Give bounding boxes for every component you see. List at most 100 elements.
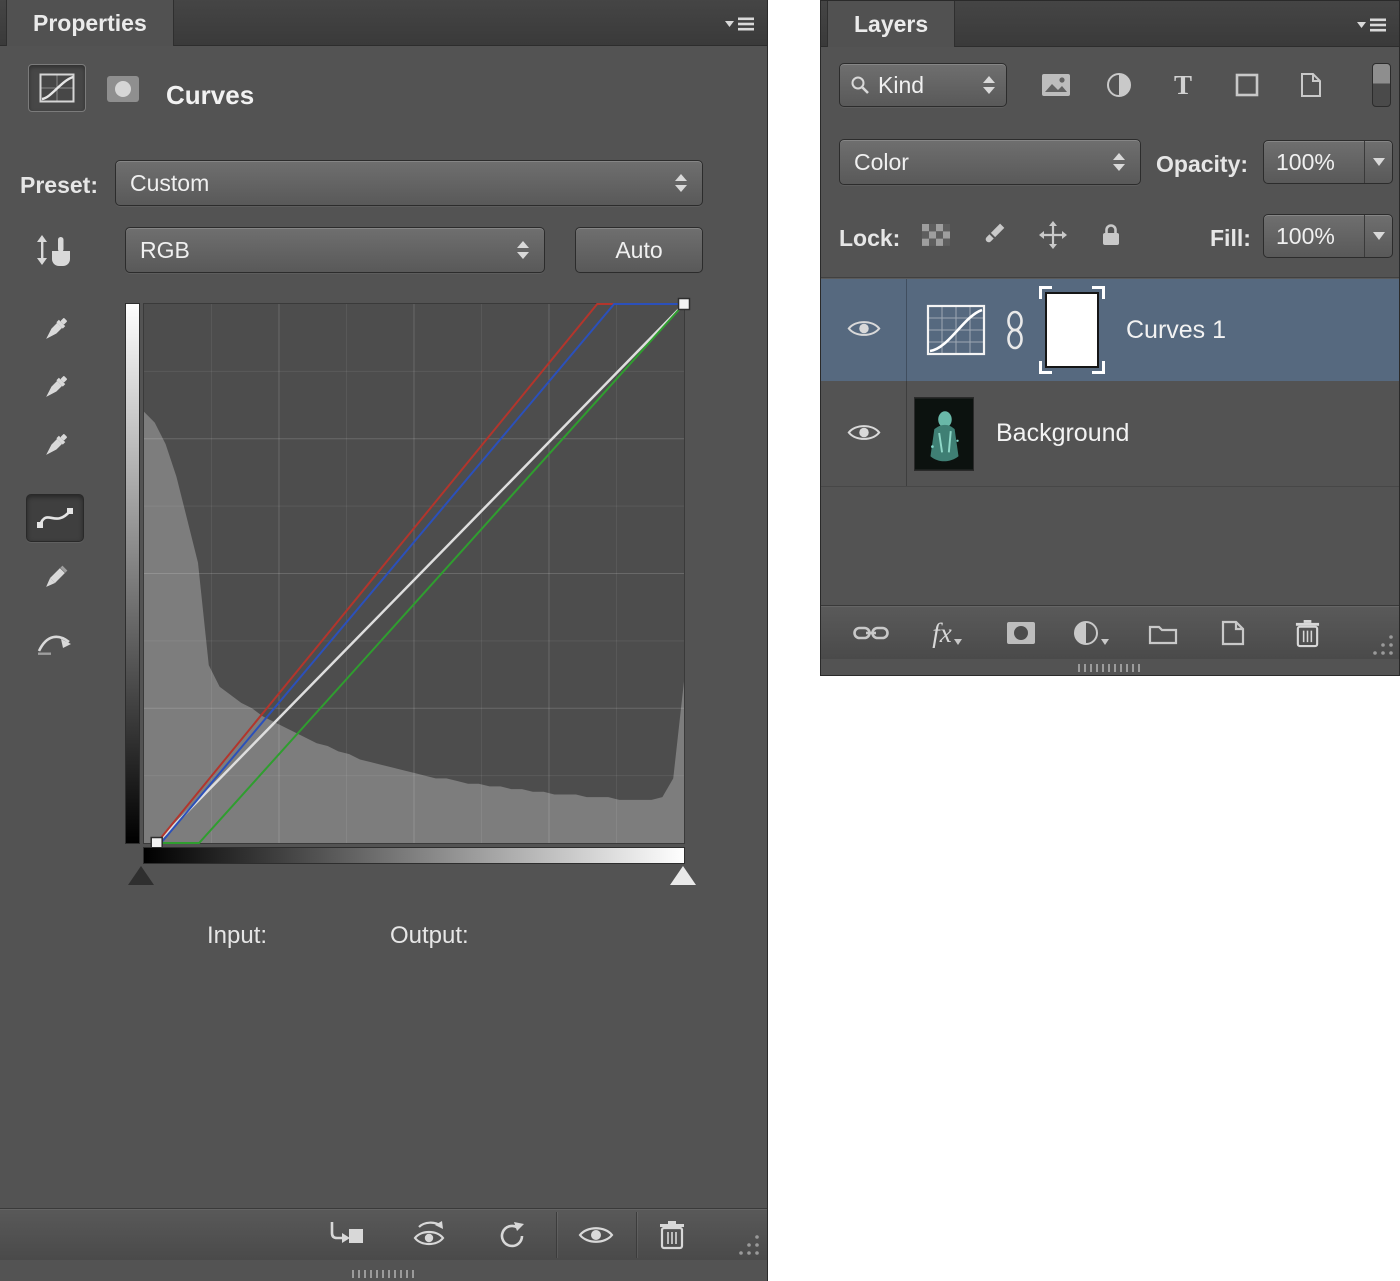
fill-combo[interactable]: 100% bbox=[1263, 214, 1393, 258]
layers-panel-menu-button[interactable] bbox=[1355, 16, 1389, 34]
panel-resize-grip[interactable] bbox=[737, 1233, 761, 1257]
folder-icon bbox=[1148, 625, 1178, 645]
black-point-eyedropper-button[interactable] bbox=[26, 306, 84, 354]
filter-kind-value: Kind bbox=[878, 71, 925, 98]
chevron-down-icon bbox=[1372, 158, 1385, 166]
opacity-combo[interactable]: 100% bbox=[1263, 140, 1393, 184]
shape-square-icon bbox=[1235, 73, 1259, 97]
tab-properties[interactable]: Properties bbox=[6, 0, 174, 46]
layer-visibility-toggle[interactable] bbox=[846, 316, 882, 344]
gray-point-eyedropper-button[interactable] bbox=[26, 364, 84, 412]
white-point-eyedropper-button[interactable] bbox=[26, 422, 84, 470]
filter-kind-dropdown[interactable]: Kind bbox=[839, 63, 1007, 107]
targeted-adjustment-icon bbox=[37, 235, 70, 266]
layer-thumbnail[interactable] bbox=[914, 397, 974, 471]
spin-arrows-icon bbox=[516, 240, 530, 260]
panel-drag-handle[interactable] bbox=[1078, 664, 1142, 672]
move-icon bbox=[1039, 221, 1067, 249]
channel-value: RGB bbox=[140, 236, 190, 263]
layer-row-0[interactable]: Curves 1 bbox=[821, 279, 1399, 381]
layer-mask-thumbnail[interactable] bbox=[1039, 286, 1105, 374]
panel-drag-handle[interactable] bbox=[351, 1270, 416, 1278]
smooth-curve-button[interactable] bbox=[26, 618, 84, 666]
layer-eye-cell bbox=[821, 381, 907, 486]
mask-thumbnail-image bbox=[1045, 292, 1099, 368]
layer-row-1[interactable]: Background bbox=[821, 381, 1399, 487]
properties-panel-menu-button[interactable] bbox=[723, 15, 757, 33]
layers-panel: Layers Kind T Color Opacity: 100% Lock: … bbox=[820, 0, 1400, 676]
link-layers-button[interactable] bbox=[847, 612, 895, 654]
input-gradient-bar bbox=[143, 847, 685, 864]
lock-pixels-button[interactable] bbox=[971, 215, 1015, 255]
white-point-slider[interactable] bbox=[670, 866, 696, 885]
lock-transparency-button[interactable] bbox=[914, 215, 958, 255]
spin-arrows-icon bbox=[982, 75, 996, 95]
filter-adjustment-layers-button[interactable] bbox=[1097, 65, 1141, 105]
preset-label: Preset: bbox=[20, 172, 98, 198]
fill-label: Fill: bbox=[1210, 225, 1251, 251]
filter-smart-objects-button[interactable] bbox=[1289, 65, 1333, 105]
delete-adjustment-button[interactable] bbox=[646, 1214, 698, 1256]
edit-points-tool-button[interactable] bbox=[26, 494, 84, 542]
reset-adjustment-button[interactable] bbox=[486, 1214, 538, 1256]
black-point-slider[interactable] bbox=[128, 866, 154, 885]
add-mask-icon bbox=[1007, 622, 1035, 644]
layer-styles-button[interactable]: fx bbox=[923, 612, 971, 654]
layer-name: Curves 1 bbox=[1126, 315, 1227, 344]
draw-curve-pencil-button[interactable] bbox=[26, 554, 84, 602]
previous-state-eye-icon bbox=[413, 1221, 445, 1246]
add-layer-mask-button[interactable] bbox=[997, 612, 1045, 654]
eye-icon bbox=[577, 1222, 615, 1248]
tab-properties-label: Properties bbox=[33, 9, 147, 36]
filter-type-layers-button[interactable]: T bbox=[1161, 65, 1205, 105]
clip-to-layer-button[interactable] bbox=[318, 1214, 370, 1256]
targeted-adjustment-tool-button[interactable] bbox=[24, 226, 86, 276]
brush-icon bbox=[985, 223, 1005, 243]
curves-adjustment-button[interactable] bbox=[28, 64, 86, 112]
auto-button-label: Auto bbox=[615, 236, 663, 263]
tab-layers[interactable]: Layers bbox=[827, 1, 956, 47]
new-layer-button[interactable] bbox=[1209, 612, 1257, 654]
smooth-curve-icon bbox=[37, 635, 71, 655]
layer-visibility-toggle[interactable] bbox=[846, 420, 882, 448]
view-previous-state-button[interactable] bbox=[404, 1214, 456, 1256]
lock-all-button[interactable] bbox=[1093, 215, 1129, 255]
opacity-dropdown-arrow[interactable] bbox=[1364, 141, 1392, 183]
lock-position-button[interactable] bbox=[1031, 215, 1075, 255]
filter-toggle-switch[interactable] bbox=[1372, 63, 1391, 107]
half-circle-icon bbox=[1107, 73, 1131, 97]
curve-point-icon bbox=[37, 508, 73, 528]
panel-resize-grip[interactable] bbox=[1369, 632, 1395, 658]
layer-name: Background bbox=[996, 419, 1130, 447]
channel-dropdown[interactable]: RGB bbox=[125, 227, 545, 273]
output-gradient-bar bbox=[125, 303, 140, 844]
filter-shape-layers-button[interactable] bbox=[1225, 65, 1269, 105]
workspace: Properties Curves Preset: Custom RGB Aut… bbox=[0, 0, 1400, 1281]
search-icon bbox=[850, 75, 870, 95]
mask-link-icon[interactable] bbox=[1005, 309, 1025, 351]
curves-plot[interactable] bbox=[143, 297, 691, 850]
visibility-toggle-button[interactable] bbox=[570, 1214, 622, 1256]
new-adjustment-layer-button[interactable] bbox=[1067, 612, 1115, 654]
new-group-button[interactable] bbox=[1139, 612, 1187, 654]
clip-to-layer-icon bbox=[330, 1222, 363, 1243]
smart-object-page-icon bbox=[1301, 73, 1321, 97]
layers-header: Layers bbox=[821, 1, 1399, 47]
properties-panel: Properties Curves Preset: Custom RGB Aut… bbox=[0, 0, 768, 1281]
curves-chart[interactable] bbox=[144, 297, 691, 850]
panel-menu-icon bbox=[725, 16, 755, 32]
preset-dropdown[interactable]: Custom bbox=[115, 160, 703, 206]
input-label: Input: bbox=[207, 922, 268, 949]
spin-arrows-icon bbox=[674, 173, 688, 193]
blend-mode-dropdown[interactable]: Color bbox=[839, 139, 1141, 185]
auto-button[interactable]: Auto bbox=[575, 227, 703, 273]
filter-pixel-layers-button[interactable] bbox=[1034, 65, 1078, 105]
chevron-down-icon bbox=[1372, 232, 1385, 240]
footer-separator bbox=[636, 1212, 637, 1258]
chain-link-icon bbox=[853, 626, 889, 640]
curves-layer-icon[interactable] bbox=[926, 304, 986, 356]
delete-layer-button[interactable] bbox=[1283, 612, 1331, 654]
mask-view-button[interactable] bbox=[98, 70, 148, 108]
eyedropper-icon bbox=[38, 429, 72, 463]
fill-dropdown-arrow[interactable] bbox=[1364, 215, 1392, 257]
